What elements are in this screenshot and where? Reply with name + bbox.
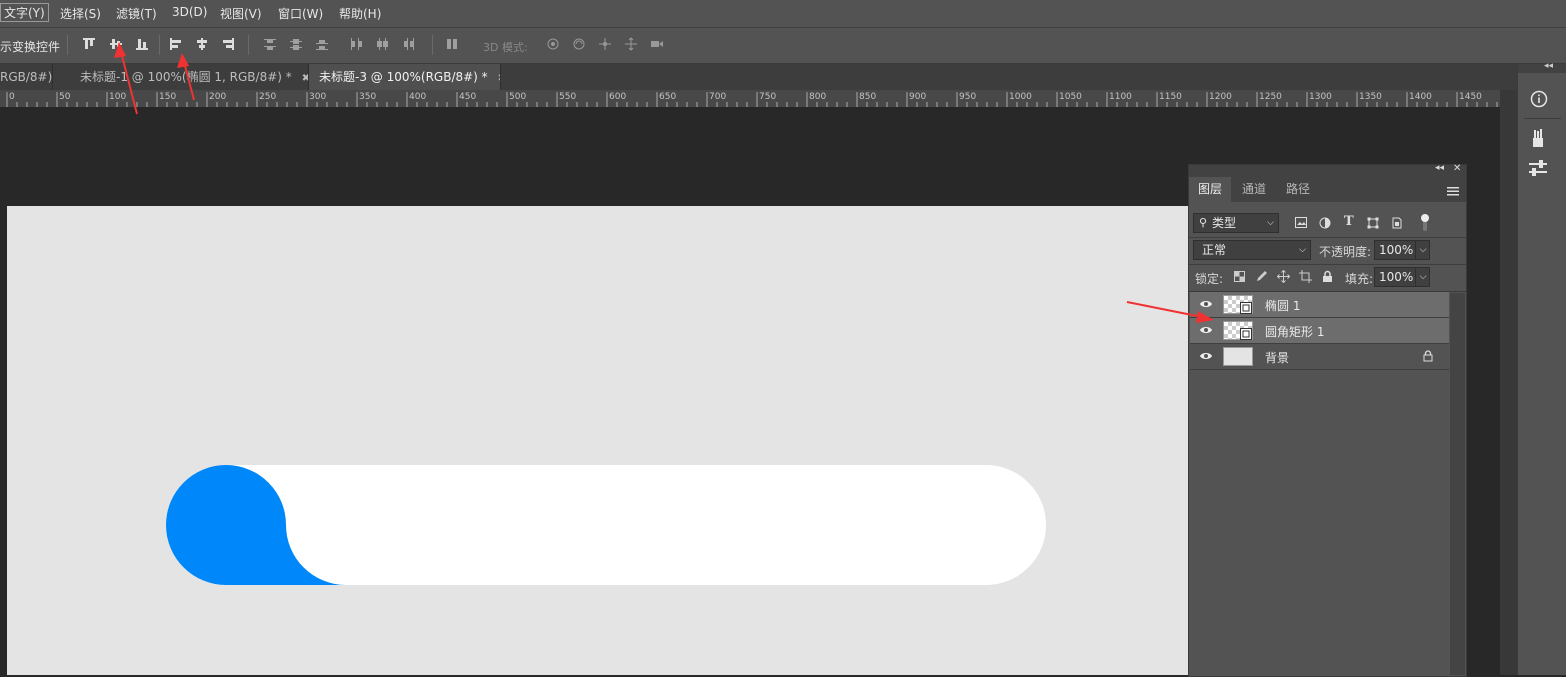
annotation-arrow	[114, 42, 138, 115]
annotation-arrows	[114, 42, 1214, 323]
annotation-arrow	[177, 53, 195, 101]
annotation-arrow	[1126, 301, 1214, 323]
